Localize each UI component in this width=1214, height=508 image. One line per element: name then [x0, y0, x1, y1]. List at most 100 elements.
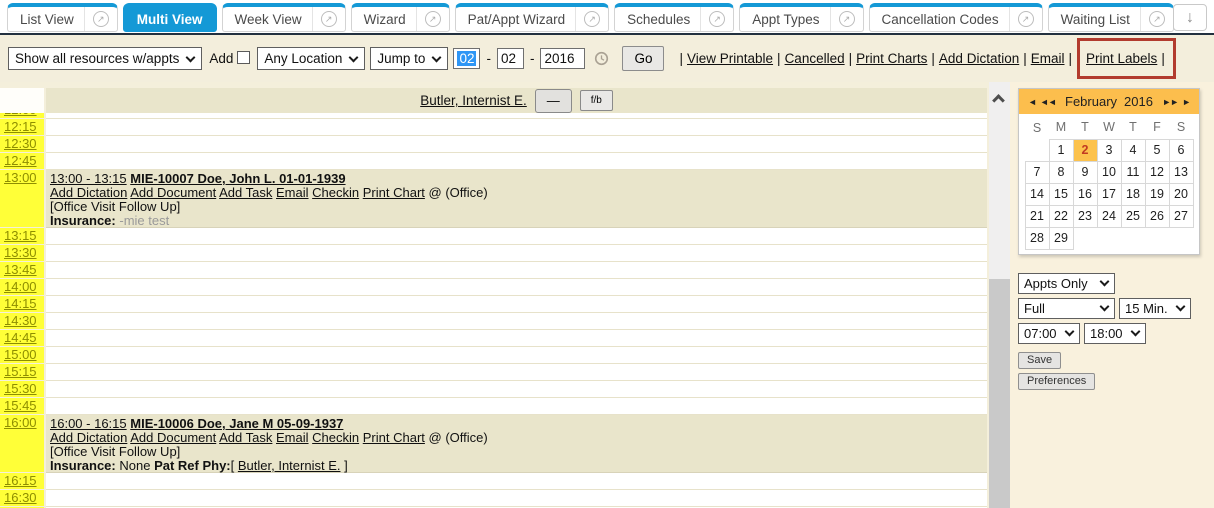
toolbar-link-print-labels[interactable]: Print Labels [1086, 51, 1157, 66]
action-link-email[interactable]: Email [276, 430, 309, 445]
slot-cell[interactable] [46, 245, 987, 262]
tab-popout-cell[interactable]: ↗ [312, 7, 345, 31]
add-checkbox[interactable] [237, 51, 250, 64]
time-slot-link[interactable]: 14:30 [0, 313, 44, 329]
action-link-checkin[interactable]: Checkin [312, 185, 359, 200]
calendar-day-7[interactable]: 7 [1025, 161, 1049, 183]
time-slot-link[interactable]: 12:15 [0, 119, 44, 135]
slot-cell[interactable] [46, 262, 987, 279]
calendar-day-3[interactable]: 3 [1097, 139, 1121, 161]
calendar-day-18[interactable]: 18 [1121, 183, 1145, 205]
slot-cell[interactable] [46, 228, 987, 245]
date-month-input[interactable]: 02 [453, 48, 480, 69]
calendar-day-6[interactable]: 6 [1169, 139, 1193, 161]
fb-button[interactable]: f/b [580, 90, 613, 111]
calendar-day-27[interactable]: 27 [1169, 205, 1193, 227]
time-slot-link[interactable]: 12:30 [0, 136, 44, 152]
toolbar-link-view-printable[interactable]: View Printable [687, 51, 773, 66]
calendar-day-21[interactable]: 21 [1025, 205, 1049, 227]
patient-link[interactable]: MIE-10006 Doe, Jane M 05-09-1937 [130, 416, 343, 431]
scrollbar-track[interactable] [989, 82, 1010, 508]
jump-to-select[interactable]: Jump to [370, 47, 448, 70]
time-slot-link[interactable]: 15:00 [0, 347, 44, 363]
prev-year-icon[interactable]: ◄◄ [1040, 97, 1056, 107]
slot-cell[interactable] [46, 381, 987, 398]
time-slot-link[interactable]: 13:00 [0, 170, 44, 227]
time-slot-link[interactable]: 16:00 [0, 415, 44, 472]
toolbar-link-add-dictation[interactable]: Add Dictation [939, 51, 1019, 66]
expand-button[interactable]: ↓ [1173, 4, 1207, 31]
slot-cell[interactable] [46, 119, 987, 136]
tab-wizard[interactable]: Wizard↗ [351, 3, 450, 32]
slot-cell[interactable] [46, 313, 987, 330]
tab-week-view[interactable]: Week View↗ [222, 3, 346, 32]
go-button[interactable]: Go [622, 46, 664, 71]
slot-cell[interactable] [46, 296, 987, 313]
appointment-block[interactable]: 16:00 - 16:15 MIE-10006 Doe, Jane M 05-0… [46, 415, 987, 473]
location-filter-select[interactable]: Any Location [257, 47, 365, 70]
tab-popout-cell[interactable]: ↗ [575, 7, 608, 31]
time-slot-link[interactable]: 15:15 [0, 364, 44, 380]
calendar-day-15[interactable]: 15 [1049, 183, 1073, 205]
action-link-add-task[interactable]: Add Task [219, 185, 272, 200]
calendar-day-10[interactable]: 10 [1097, 161, 1121, 183]
provider-link[interactable]: Butler, Internist E. [420, 93, 527, 108]
tab-schedules[interactable]: Schedules↗ [614, 3, 734, 32]
next-month-icon[interactable]: ► [1182, 97, 1190, 107]
tab-list-view[interactable]: List View↗ [7, 3, 118, 32]
calendar-day-20[interactable]: 20 [1169, 183, 1193, 205]
start-time-select[interactable]: 07:00 [1018, 323, 1080, 344]
appointment-time-link[interactable]: 16:00 - 16:15 [50, 416, 127, 431]
calendar-day-19[interactable]: 19 [1145, 183, 1169, 205]
slot-cell[interactable] [46, 153, 987, 170]
action-link-add-task[interactable]: Add Task [219, 430, 272, 445]
time-slot-link[interactable]: 16:30 [0, 490, 44, 506]
calendar-day-9[interactable]: 9 [1073, 161, 1097, 183]
date-year-input[interactable]: 2016 [540, 48, 585, 69]
action-link-add-document[interactable]: Add Document [130, 430, 216, 445]
scroll-up-icon[interactable] [992, 94, 1005, 107]
calendar-day-4[interactable]: 4 [1121, 139, 1145, 161]
slot-cell[interactable] [46, 330, 987, 347]
patient-link[interactable]: MIE-10007 Doe, John L. 01-01-1939 [130, 171, 345, 186]
action-link-add-dictation[interactable]: Add Dictation [50, 185, 127, 200]
slot-cell[interactable] [46, 347, 987, 364]
date-day-input[interactable]: 02 [497, 48, 524, 69]
scrollbar-thumb[interactable] [989, 279, 1010, 508]
interval-select[interactable]: 15 Min. [1119, 298, 1191, 319]
action-link-print-chart[interactable]: Print Chart [363, 185, 425, 200]
time-slot-link[interactable]: 13:30 [0, 245, 44, 261]
resource-filter-select[interactable]: Show all resources w/appts [8, 47, 202, 70]
calendar-day-16[interactable]: 16 [1073, 183, 1097, 205]
action-link-print-chart[interactable]: Print Chart [363, 430, 425, 445]
time-slot-link[interactable]: 13:15 [0, 228, 44, 244]
slot-cell[interactable] [46, 364, 987, 381]
tab-multi-view[interactable]: Multi View [123, 3, 217, 32]
preferences-button[interactable]: Preferences [1018, 373, 1095, 390]
calendar-day-12[interactable]: 12 [1145, 161, 1169, 183]
tab-appt-types[interactable]: Appt Types↗ [739, 3, 863, 32]
time-slot-link[interactable]: 16:15 [0, 473, 44, 489]
slot-cell[interactable] [46, 279, 987, 296]
toolbar-link-print-charts[interactable]: Print Charts [856, 51, 927, 66]
action-link-email[interactable]: Email [276, 185, 309, 200]
ref-phy-link[interactable]: Butler, Internist E. [238, 458, 341, 473]
time-slot-link[interactable]: 13:45 [0, 262, 44, 278]
appointment-time-link[interactable]: 13:00 - 13:15 [50, 171, 127, 186]
calendar-day-2[interactable]: 2 [1073, 139, 1097, 161]
slot-cell[interactable] [46, 136, 987, 153]
time-slot-link[interactable]: 14:00 [0, 279, 44, 295]
view-mode-select[interactable]: Appts Only [1018, 273, 1115, 294]
time-slot-link[interactable]: 15:30 [0, 381, 44, 397]
time-slot-link[interactable]: 14:15 [0, 296, 44, 312]
end-time-select[interactable]: 18:00 [1084, 323, 1146, 344]
slot-cell[interactable] [46, 490, 987, 507]
save-button[interactable]: Save [1018, 352, 1061, 369]
toolbar-link-email[interactable]: Email [1031, 51, 1065, 66]
slot-cell[interactable] [46, 473, 987, 490]
calendar-day-8[interactable]: 8 [1049, 161, 1073, 183]
prev-month-icon[interactable]: ◄ [1028, 97, 1036, 107]
tab-popout-cell[interactable]: ↗ [830, 7, 863, 31]
clock-icon[interactable] [594, 51, 609, 66]
calendar-day-26[interactable]: 26 [1145, 205, 1169, 227]
